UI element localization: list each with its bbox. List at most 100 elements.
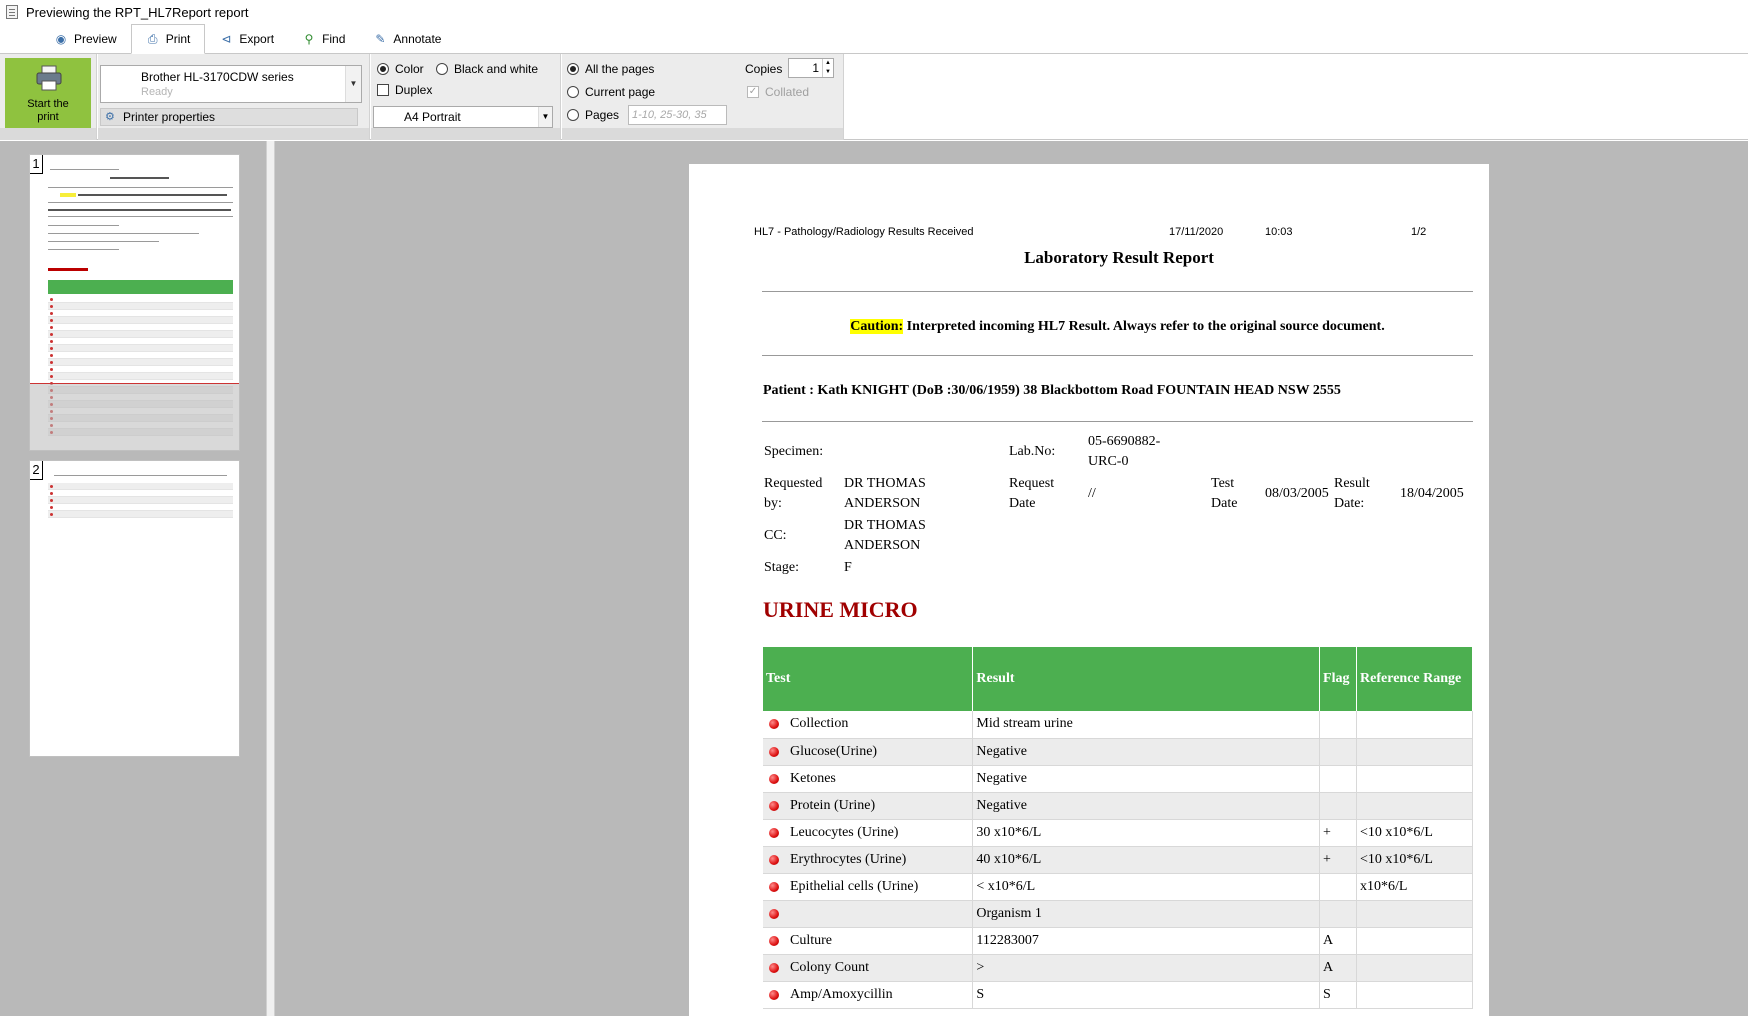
test-flag: [1319, 711, 1358, 739]
test-flag: [1319, 738, 1358, 766]
red-bullet-icon: [769, 908, 779, 919]
start-print-button[interactable]: Start the print: [5, 58, 91, 130]
tab-annotate[interactable]: ✎ Annotate: [359, 25, 455, 53]
test-result: 30 x10*6/L: [972, 819, 1321, 847]
test-result: Negative: [972, 792, 1321, 820]
color-label: Color: [395, 62, 424, 76]
radio-empty-icon: [567, 109, 579, 121]
table-row: Ketones Negative: [763, 765, 1473, 793]
report-page: HL7 - Pathology/Radiology Results Receiv…: [689, 164, 1489, 1016]
test-flag: A: [1319, 954, 1358, 982]
test-result: Mid stream urine: [972, 711, 1321, 739]
eye-icon: ◉: [55, 32, 67, 46]
chevron-down-icon[interactable]: ▼: [538, 107, 552, 127]
share-icon: ⊲: [221, 32, 232, 46]
col-result: Result: [972, 647, 1321, 711]
thumbnail-page-number: 1: [30, 155, 43, 174]
printer-select[interactable]: Brother HL-3170CDW series Ready ▼: [100, 65, 362, 103]
table-row: Erythrocytes (Urine) 40 x10*6/L + <10 x1…: [763, 846, 1473, 874]
request-date-value: //: [1088, 486, 1096, 501]
test-name: Protein (Urine): [790, 797, 876, 813]
current-page-radio[interactable]: Current page: [567, 85, 655, 99]
tab-preview[interactable]: ◉ Preview: [40, 25, 131, 53]
test-result: Negative: [972, 765, 1321, 793]
test-name: Glucose(Urine): [790, 743, 878, 759]
current-page-label: Current page: [585, 85, 656, 99]
test-range: [1356, 711, 1473, 739]
red-bullet-icon: [769, 881, 779, 892]
copies-label: Copies: [745, 62, 783, 76]
lab-no-label: Lab.No:: [1009, 444, 1056, 459]
print-ribbon: Start the print Brother HL-3170CDW serie…: [0, 54, 1748, 140]
stage-label: Stage:: [764, 560, 799, 575]
test-flag: [1319, 792, 1358, 820]
test-result: S: [972, 981, 1321, 1009]
tab-find[interactable]: ⚲ Find: [288, 25, 359, 53]
table-row: Glucose(Urine) Negative: [763, 738, 1473, 766]
pages-range-input[interactable]: 1-10, 25-30, 35: [628, 105, 727, 125]
specimen-label: Specimen:: [764, 444, 824, 459]
checkbox-empty-icon: [377, 84, 389, 96]
red-bullet-icon: [769, 800, 779, 811]
tab-print[interactable]: ⎙ Print: [130, 24, 206, 54]
table-row: Culture 112283007 A: [763, 927, 1473, 955]
radio-empty-icon: [567, 86, 579, 98]
tab-export[interactable]: ⊲ Export: [205, 25, 288, 53]
requested-by-value: DR THOMAS ANDERSON: [844, 476, 926, 511]
test-name: Ketones: [790, 770, 836, 786]
report-header-time: 10:03: [1265, 226, 1293, 238]
radio-selected-icon: [567, 63, 579, 75]
test-range: [1356, 765, 1473, 793]
test-range: [1356, 738, 1473, 766]
col-test: Test: [763, 647, 974, 711]
thumbnail-page-1[interactable]: 1: [30, 155, 239, 450]
duplex-checkbox[interactable]: Duplex: [377, 83, 432, 97]
start-group: Start the print: [0, 54, 97, 140]
test-range: [1356, 981, 1473, 1009]
paper-size-select[interactable]: A4 Portrait ▼: [373, 106, 553, 128]
test-flag: [1319, 900, 1358, 928]
printer-properties-label: Printer properties: [123, 110, 216, 124]
table-row: Colony Count > A: [763, 954, 1473, 982]
pages-radio[interactable]: Pages: [567, 108, 619, 122]
test-name: Leucocytes (Urine): [790, 824, 899, 840]
collated-label: Collated: [765, 85, 810, 99]
collated-checkbox[interactable]: ✓ Collated: [747, 85, 809, 99]
table-row: Epithelial cells (Urine) < x10*6/L x10*6…: [763, 873, 1473, 901]
window-title: Previewing the RPT_HL7Report report: [26, 4, 249, 20]
all-pages-label: All the pages: [585, 62, 655, 76]
color-radio[interactable]: Color: [377, 62, 424, 76]
printer-icon: ⎙: [147, 32, 158, 46]
thumbnail-page-number: 2: [30, 461, 43, 480]
test-name: Colony Count: [790, 959, 869, 975]
result-date-label: Result Date:: [1334, 476, 1370, 511]
test-range: [1356, 900, 1473, 928]
report-header-date: 17/11/2020: [1169, 226, 1224, 238]
col-flag: Flag: [1319, 647, 1358, 711]
test-flag: [1319, 765, 1358, 793]
chevron-down-icon[interactable]: ▼: [345, 66, 361, 102]
thumbnail-page-2[interactable]: 2: [30, 461, 239, 756]
patient-details: Patient : Kath KNIGHT (DoB :30/06/1959) …: [763, 383, 1341, 398]
test-flag: +: [1319, 819, 1358, 847]
table-row: Amp/Amoxycillin S S: [763, 981, 1473, 1009]
printer-properties-button[interactable]: ⚙ Printer properties: [100, 108, 358, 126]
copies-value: 1: [812, 61, 819, 75]
all-pages-radio[interactable]: All the pages: [567, 62, 654, 76]
red-bullet-icon: [769, 989, 779, 1000]
tab-find-label: Find: [322, 32, 346, 46]
search-icon: ⚲: [304, 32, 314, 46]
copies-stepper[interactable]: 1 ▲ ▼: [788, 58, 834, 78]
cc-label: CC:: [764, 528, 787, 543]
start-print-label: Start the print: [27, 98, 69, 123]
black-white-radio[interactable]: Black and white: [436, 62, 538, 76]
preview-viewer[interactable]: HL7 - Pathology/Radiology Results Receiv…: [275, 141, 1748, 1016]
radio-empty-icon: [436, 63, 448, 75]
black-white-label: Black and white: [454, 62, 539, 76]
test-result: < x10*6/L: [972, 873, 1321, 901]
test-range: [1356, 927, 1473, 955]
test-name: Erythrocytes (Urine): [790, 851, 907, 867]
spin-arrows-icon[interactable]: ▲ ▼: [822, 59, 833, 77]
pane-splitter[interactable]: [266, 141, 275, 1016]
pages-label: Pages: [585, 108, 620, 122]
